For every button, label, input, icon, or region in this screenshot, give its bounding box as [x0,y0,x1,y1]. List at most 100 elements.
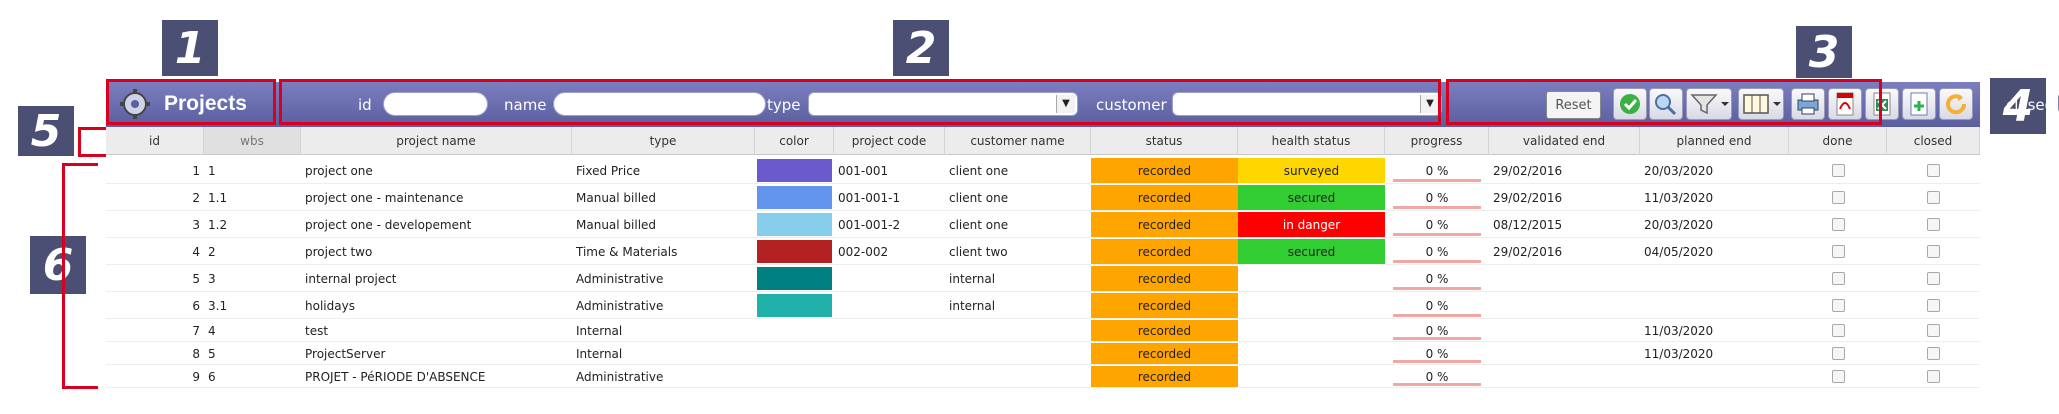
column-header-wbs[interactable]: wbs [204,127,301,155]
column-header-closed[interactable]: closed [1887,127,1980,155]
cell-wbs: 5 [208,346,216,361]
cell-id: 1 [192,163,200,178]
cell-type: Internal [576,323,623,338]
cell-wbs: 2 [208,244,216,259]
progress-bar: 0 % [1393,266,1481,291]
column-header-project-name[interactable]: project name [301,127,572,155]
done-checkbox[interactable] [1831,191,1845,204]
cell-project-name: project one [305,163,373,178]
cell-closed [1887,185,1980,210]
cell-health-status [1238,293,1385,318]
cell-status: recorded [1091,158,1238,183]
cell-type: Fixed Price [576,163,641,178]
done-checkbox[interactable] [1831,299,1845,312]
cell-status: recorded [1091,239,1238,264]
highlight-header [78,127,106,157]
cell-customer-name: client one [949,217,1009,232]
color-swatch [757,294,832,317]
done-checkbox[interactable] [1831,324,1845,337]
done-checkbox[interactable] [1831,218,1845,231]
cell-closed [1887,212,1980,237]
table-row[interactable]: 6 3.1 holidays Administrative internal record… [106,293,1980,319]
refresh-icon [1946,94,1967,115]
cell-customer-name [945,320,1091,341]
refresh-button[interactable] [1939,88,1973,120]
done-checkbox[interactable] [1831,245,1845,258]
closed-checkbox[interactable] [1927,164,1940,177]
column-header-validated-end[interactable]: validated end [1489,127,1640,155]
cell-done [1789,293,1887,318]
done-checkbox[interactable] [1831,272,1845,285]
cell-color [755,343,834,364]
closed-checkbox[interactable] [1927,191,1940,204]
table-row[interactable]: 1 1 project one Fixed Price 001-001 client on… [106,158,1980,184]
table-row[interactable]: 2 1.1 project one - maintenance Manual bill… [106,185,1980,211]
progress-label: 0 % [1425,298,1449,313]
progress-bar: 0 % [1393,185,1481,210]
callout-5: 5 [18,106,74,157]
closed-checkbox[interactable] [1927,218,1940,231]
cell-progress: 0 % [1385,266,1489,291]
closed-checkbox[interactable] [1927,370,1940,383]
closed-checkbox[interactable] [1927,324,1940,337]
done-checkbox[interactable] [1831,164,1845,177]
column-header-status[interactable]: status [1091,127,1238,155]
highlight-actions [1446,79,1882,125]
closed-filter-label: closed [2006,96,2055,114]
progress-bar: 0 % [1393,293,1481,318]
cell-progress: 0 % [1385,293,1489,318]
table-row[interactable]: 7 4 test Internal recorded 0 % 11/03/2020 [106,320,1980,342]
closed-checkbox[interactable] [1927,347,1940,360]
cell-wbs: 4 [208,323,216,338]
table-row[interactable]: 5 3 internal project Administrative internal… [106,266,1980,292]
column-header-planned-end[interactable]: planned end [1640,127,1789,155]
column-header-customer-name[interactable]: customer name [945,127,1091,155]
cell-status: recorded [1091,320,1238,341]
cell-health-status [1238,266,1385,291]
table-row[interactable]: 9 6 PROJET - PéRIODE D'ABSENCE Administrati… [106,366,1980,388]
column-header-project-code[interactable]: project code [834,127,945,155]
column-header-done[interactable]: done [1789,127,1887,155]
color-swatch [757,159,832,182]
cell-color [755,266,834,291]
cell-progress: 0 % [1385,212,1489,237]
cell-health-status [1238,320,1385,341]
cell-type: Administrative [576,369,664,384]
cell-closed [1887,158,1980,183]
cell-status: recorded [1091,366,1238,387]
table-row[interactable]: 4 2 project two Time & Materials 002-002 clie… [106,239,1980,265]
done-checkbox[interactable] [1831,347,1845,360]
callout-3: 3 [1796,26,1852,78]
closed-checkbox[interactable] [1927,245,1940,258]
cell-color [755,185,834,210]
column-header-type[interactable]: type [572,127,755,155]
table-row[interactable]: 8 5 ProjectServer Internal recorded 0 % 11/03/… [106,343,1980,365]
cell-type: Manual billed [576,190,657,205]
cell-type: Time & Materials [576,244,678,259]
table-row[interactable]: 3 1.2 project one - developement Manual bil… [106,212,1980,238]
cell-progress: 0 % [1385,158,1489,183]
progress-label: 0 % [1425,190,1449,205]
cell-validated-end [1489,293,1640,318]
cell-planned-end [1640,293,1789,318]
cell-id: 4 [192,244,200,259]
cell-validated-end [1489,266,1640,291]
closed-checkbox[interactable] [1927,299,1940,312]
column-header-color[interactable]: color [755,127,834,155]
cell-customer-name: client one [949,163,1009,178]
cell-id: 2 [192,190,200,205]
cell-health-status: in danger [1238,212,1385,237]
column-header-health-status[interactable]: health status [1238,127,1385,155]
cell-planned-end: 20/03/2020 [1644,163,1714,178]
cell-type: Administrative [576,271,664,286]
done-checkbox[interactable] [1831,370,1845,383]
closed-checkbox[interactable] [1927,272,1940,285]
cell-validated-end: 08/12/2015 [1493,217,1563,232]
column-header-progress[interactable]: progress [1385,127,1489,155]
progress-bar: 0 % [1393,320,1481,341]
new-document-button[interactable] [1902,88,1936,120]
cell-project-name: PROJET - PéRIODE D'ABSENCE [305,369,486,384]
column-header-id[interactable]: id [106,127,204,155]
cell-customer-name: client one [949,190,1009,205]
progress-bar: 0 % [1393,212,1481,237]
